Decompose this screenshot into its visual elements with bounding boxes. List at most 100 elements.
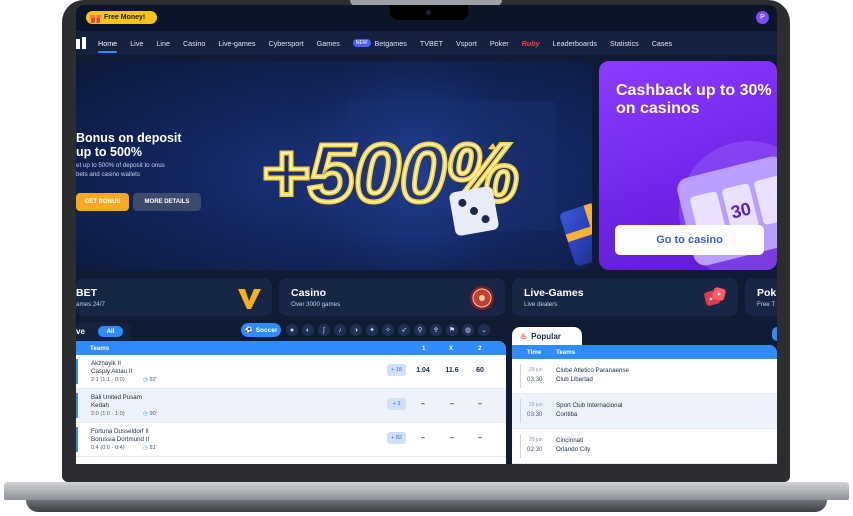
basketball-icon[interactable]: ● [286,324,298,336]
category-subtitle: Over 3000 games [291,301,341,308]
more-markets-button[interactable]: + 82 [387,432,406,444]
clock-icon: ◷ [143,411,148,417]
col-x: X [449,344,454,352]
nav-home[interactable]: Home [98,31,118,55]
fire-icon: ♨ [520,331,528,341]
category-title: BET [76,287,97,299]
category-card-tvbet[interactable]: BET ames 24/7 [76,278,272,316]
athletics-icon[interactable]: ✦ [366,324,378,336]
avatar[interactable]: P [756,11,769,24]
get-bonus-button[interactable]: GET BONUS [76,193,129,211]
roulette-icon [470,286,494,310]
hockey-icon[interactable]: ∫ [318,324,330,336]
col-1: 1 [422,344,426,352]
nav-tvbet[interactable]: TVBET [420,31,443,55]
badminton-icon[interactable]: ♰ [430,324,442,336]
nav-poker[interactable]: Poker [490,31,509,55]
bonus-banner[interactable]: Bonus on deposit up to 500% et up to 500… [76,61,592,270]
bonus-500-artwork: +500% +500% [259,61,592,270]
odd-x[interactable]: – [442,435,462,442]
table-row[interactable]: 29 jun 02:30 Cincinnati Orlando City [512,429,777,464]
soccer-filter-chip[interactable]: ⚽ Soccer [241,323,281,337]
nav-betgames[interactable]: NEW Betgames [352,31,407,55]
go-to-casino-button[interactable]: Go to casino [615,225,764,255]
col-teams: Teams [556,349,576,356]
live-tab-label: ve [76,326,85,336]
free-money-button[interactable]: Free Money! [86,11,157,24]
nav-games[interactable]: Games [317,31,340,55]
popular-events-table: Time Teams 29 jun 03:30 Clube Atletico P… [512,345,777,464]
popular-scroll-button[interactable] [772,327,777,341]
popular-tab-label: Popular [531,331,561,341]
browser-screen: Free Money! P Home Live Line Casino Live… [76,5,777,464]
category-subtitle: Live dealers [524,301,558,308]
cashback-banner[interactable]: 30 Cashback up to 30% on casinos Go to c… [599,61,777,270]
popular-table-header: Time Teams [512,345,777,359]
new-badge: NEW [352,39,371,47]
baseball-icon[interactable]: ◍ [462,324,474,336]
col-teams: Teams [90,344,110,352]
odd-1[interactable]: – [413,401,433,408]
odd-1[interactable]: – [413,435,433,442]
soccer-ball-icon: ⚽ [244,327,253,334]
odd-2[interactable]: 60 [470,367,490,374]
more-markets-button[interactable]: + 18 [387,364,406,376]
free-money-label: Free Money! [104,14,146,21]
sports-filter-bar: ve All ⚽ Soccer ● ◐ ∫ ♪ ◑ ✦ ✧ ➶ ⚲ ♰ ⚑ ◍ … [76,322,506,340]
category-card-poker[interactable]: Pok Free T [745,278,777,316]
live-tab[interactable]: ve All [76,322,131,340]
category-subtitle: Free T [757,301,776,308]
nav-line[interactable]: Line [156,31,170,55]
volleyball-icon[interactable]: ◑ [350,324,362,336]
popular-tab[interactable]: ♨ Popular [512,327,582,345]
golf-icon[interactable]: ⚑ [446,324,458,336]
category-title: Live-Games [524,287,584,299]
all-filter-chip[interactable]: All [98,326,123,337]
tennis-icon[interactable]: ◐ [302,324,314,336]
odd-2[interactable]: – [470,401,490,408]
cricket-icon[interactable]: ⚲ [414,324,426,336]
nav-live-games[interactable]: Live-games [218,31,255,55]
odd-x[interactable]: 11.6 [442,367,462,374]
category-card-casino[interactable]: Casino Over 3000 games [279,278,505,316]
main-nav: Home Live Line Casino Live-games Cybersp… [76,31,777,55]
table-row[interactable]: Fortuna Dusseldorf II Borussia Dortmund … [76,423,506,457]
more-markets-button[interactable]: + 3 [387,398,406,410]
category-title: Casino [291,287,327,299]
nav-statistics[interactable]: Statistics [610,31,639,55]
dice-icon [704,287,726,306]
laptop-base [0,478,853,516]
more-details-button[interactable]: MORE DETAILS [133,193,201,211]
odd-1[interactable]: 1.04 [413,367,433,374]
nav-vsport[interactable]: Vsport [456,31,477,55]
category-subtitle: ames 24/7 [76,301,105,308]
nav-cases[interactable]: Cases [652,31,672,55]
banner-subtitle: et up to 500% of deposit to onus bets an… [76,162,165,178]
cashback-title: Cashback up to 30% on casinos [616,82,772,117]
table-row[interactable]: 29 jun 03:30 Clube Atletico Paranaense C… [512,359,777,394]
clock-icon: ◷ [143,445,148,451]
table-tennis-icon[interactable]: ♪ [334,324,346,336]
nav-casino[interactable]: Casino [183,31,205,55]
site-logo-icon[interactable] [76,31,88,55]
nav-leaderboards[interactable]: Leaderboards [553,31,597,55]
table-row[interactable]: Bali United Pusam Kedah 2:0 (1:0 · 1:0) … [76,389,506,423]
nav-live[interactable]: Live [130,31,143,55]
clock-icon: ◷ [143,377,148,383]
col-2: 2 [478,344,482,352]
avatar-initial: P [760,14,765,21]
tvbet-logo-icon [238,289,261,309]
running-icon[interactable]: ➶ [398,324,410,336]
martial-arts-icon[interactable]: ✧ [382,324,394,336]
category-title: Pok [757,287,777,299]
nav-cybersport[interactable]: Cybersport [269,31,304,55]
table-row[interactable]: Akzhayik II Caspiy Aktau II 2:1 (1:1 · 0… [76,355,506,389]
odd-2[interactable]: – [470,435,490,442]
nav-ruby-logo[interactable]: Ruby [522,31,540,55]
table-row[interactable]: 29 jun 03:30 Sport Club Internacional Co… [512,394,777,429]
odd-x[interactable]: – [442,401,462,408]
category-card-live-games[interactable]: Live-Games Live dealers [512,278,738,316]
live-events-table: Teams 1 X 2 Akzhayik II Caspiy Aktau II … [76,341,506,464]
more-sports-icon[interactable]: ⌄ [478,324,490,336]
gift-icon [86,11,104,24]
